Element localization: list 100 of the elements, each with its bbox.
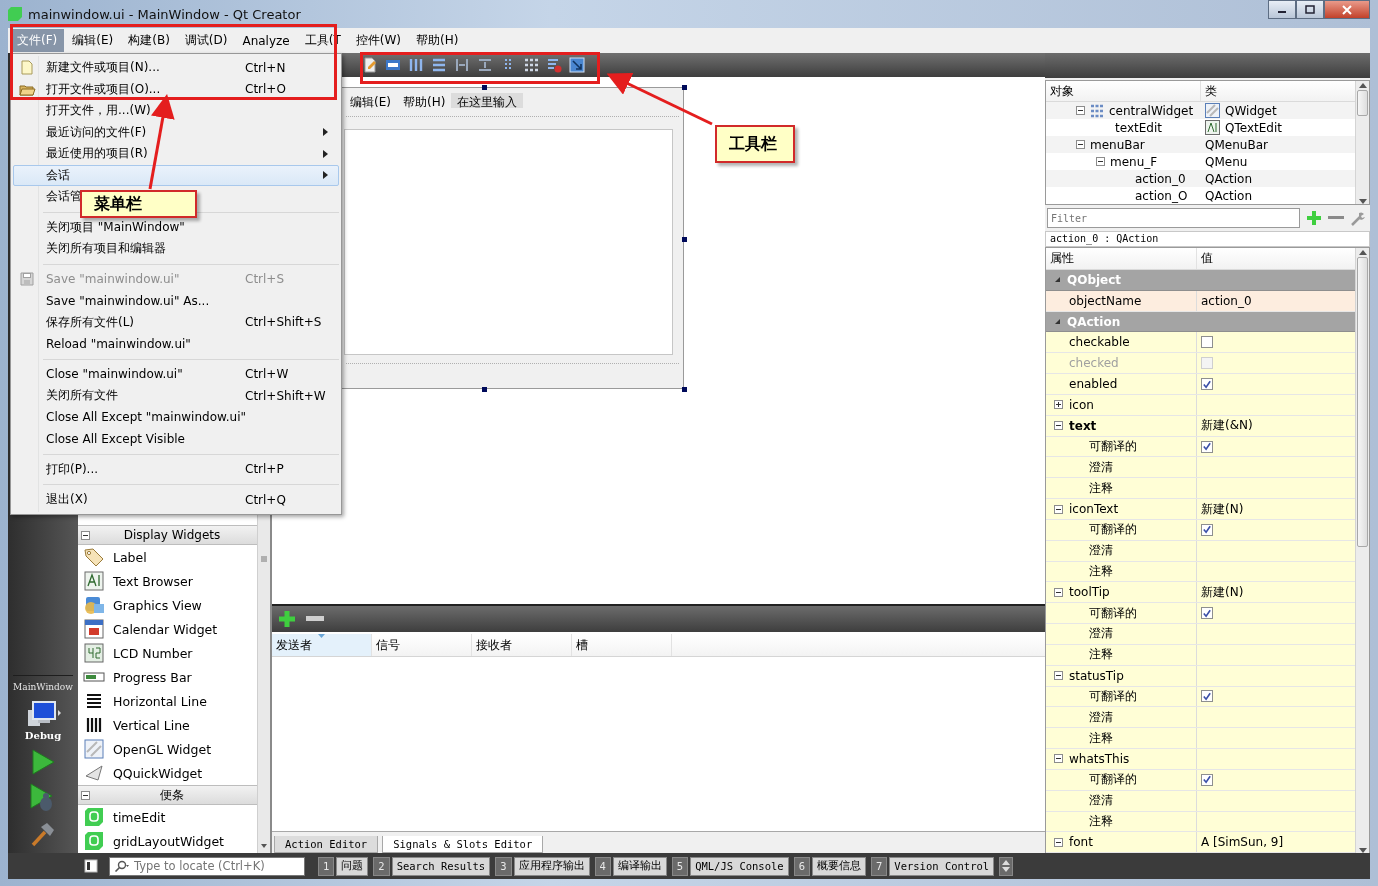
menu-entry[interactable]: Close All Except "mainwindow.ui" (46, 410, 246, 425)
property-row[interactable]: 可翻译的 (1046, 686, 1355, 708)
locate-field[interactable]: Type to locate (Ctrl+K) (109, 856, 305, 876)
widget-item[interactable]: QQuickWidget (78, 761, 257, 785)
menu-entry[interactable]: 会话 (13, 164, 339, 186)
property-row[interactable]: whatsThis (1046, 749, 1355, 770)
collapse-icon[interactable] (81, 790, 90, 800)
column-header[interactable]: 类 (1201, 81, 1221, 101)
collapse-icon[interactable] (1054, 318, 1061, 326)
widget-item[interactable]: Text Browser (78, 569, 257, 593)
form-window[interactable]: 编辑(E) 帮助(H) 在这里输入 (342, 87, 684, 389)
sidebar-toggle-icon[interactable] (84, 859, 98, 873)
widget-item[interactable]: LCD Number (78, 641, 257, 665)
property-row[interactable]: statusTip (1046, 665, 1355, 687)
menu-entry[interactable]: 最近使用的项目(R) (46, 146, 148, 161)
collapse-icon[interactable] (1054, 504, 1063, 514)
category-header[interactable]: Display Widgets (78, 525, 257, 545)
column-header[interactable]: 接收者 (472, 634, 572, 656)
menu-item[interactable]: 控件(W) (348, 29, 408, 52)
scroll-thumb[interactable] (1357, 257, 1368, 547)
property-row[interactable]: objectName action_0 (1046, 290, 1355, 312)
scroll-thumb[interactable] (1357, 90, 1368, 116)
menu-entry[interactable]: Close "mainwindow.ui" (46, 367, 183, 382)
menu-entry[interactable]: 打开文件，用...(W) (46, 103, 151, 118)
split-rows-icon[interactable] (477, 57, 493, 73)
menu-entry[interactable]: 最近访问的文件(F) (46, 124, 147, 139)
property-row[interactable]: 澄清 (1046, 790, 1355, 812)
menu-item[interactable]: 构建(B) (121, 29, 177, 52)
selection-handle[interactable] (682, 237, 687, 242)
selection-handle[interactable] (682, 387, 687, 392)
property-row[interactable]: 澄清 (1046, 707, 1355, 729)
property-row[interactable]: font A [SimSun, 9] (1046, 832, 1355, 854)
tree-row[interactable]: action_O QAction (1046, 187, 1355, 204)
checkbox[interactable] (1201, 773, 1213, 786)
scroll-up-icon[interactable] (1358, 83, 1367, 88)
collapse-icon[interactable] (1054, 754, 1063, 764)
column-header[interactable]: 属性 (1046, 248, 1197, 269)
menu-entry[interactable]: 保存所有文件(L) (46, 314, 135, 329)
minimize-button[interactable] (1268, 0, 1296, 19)
maximize-button[interactable] (1296, 0, 1324, 19)
collapse-icon[interactable] (1054, 671, 1063, 681)
column-header[interactable]: 值 (1197, 248, 1217, 269)
collapse-icon[interactable] (1054, 587, 1063, 597)
form-menu-item[interactable]: 帮助(H) (396, 93, 452, 108)
property-row[interactable]: 注释 (1046, 811, 1355, 833)
scrollbar[interactable] (1355, 81, 1369, 204)
close-button[interactable] (1324, 0, 1370, 19)
collapse-icon[interactable] (1054, 276, 1061, 284)
property-row[interactable]: 澄清 (1046, 624, 1355, 645)
scroll-down-icon[interactable] (260, 843, 268, 849)
property-row[interactable]: 可翻译的 (1046, 436, 1355, 458)
property-row[interactable]: iconText 新建(N) (1046, 499, 1355, 520)
remove-icon[interactable] (306, 616, 324, 622)
property-row[interactable]: checkable (1046, 332, 1355, 354)
property-row[interactable]: 澄清 (1046, 540, 1355, 562)
collapse-icon[interactable] (1076, 106, 1085, 115)
resize-icon[interactable] (569, 57, 585, 73)
column-header[interactable]: 对象 (1046, 81, 1201, 101)
collapse-icon[interactable] (81, 530, 90, 540)
checkbox[interactable] (1201, 607, 1213, 620)
widget-item[interactable]: Label (78, 545, 257, 569)
menu-entry[interactable]: 打开文件或项目(O)... (46, 81, 161, 96)
menu-entry[interactable]: Save "mainwindow.ui" As... (46, 293, 210, 308)
menu-entry[interactable]: 关闭所有文件 (46, 388, 118, 403)
document-icon[interactable] (362, 57, 378, 73)
collapse-icon[interactable] (1054, 421, 1063, 431)
add-icon[interactable] (278, 610, 296, 628)
checkbox[interactable] (1201, 523, 1213, 536)
collapse-icon[interactable] (1054, 837, 1063, 847)
remove-icon[interactable] (1328, 216, 1344, 220)
tree-row[interactable]: textEdit QTextEdit (1046, 119, 1355, 136)
columns-icon[interactable] (408, 57, 424, 73)
category-header[interactable]: 便条 (78, 785, 257, 805)
column-header[interactable]: 发送者 (272, 634, 372, 656)
rows-icon[interactable] (431, 57, 447, 73)
grid-icon[interactable] (523, 57, 539, 73)
pane-scroll-button[interactable] (999, 856, 1014, 876)
widget-item[interactable]: gridLayoutWidget (78, 829, 257, 853)
scroll-down-icon[interactable] (1358, 199, 1367, 204)
widget-item[interactable]: Vertical Line (78, 713, 257, 737)
widget-item[interactable]: Calendar Widget (78, 617, 257, 641)
menu-entry[interactable]: Close All Except Visible (46, 431, 185, 446)
selection-handle[interactable] (482, 387, 487, 392)
editor-tab[interactable]: Signals & Slots Editor (382, 836, 544, 853)
column-header[interactable]: 槽 (572, 634, 672, 656)
property-row[interactable]: 可翻译的 (1046, 769, 1355, 791)
split-columns-icon[interactable] (454, 57, 470, 73)
property-row[interactable]: 可翻译的 (1046, 519, 1355, 541)
property-row[interactable]: text 新建(&N) (1046, 415, 1355, 437)
hammer-icon[interactable] (30, 821, 56, 847)
checkbox[interactable] (1201, 690, 1213, 703)
widget-item[interactable]: Horizontal Line (78, 689, 257, 713)
property-row[interactable]: enabled (1046, 374, 1355, 395)
menu-item[interactable]: 帮助(H) (409, 29, 466, 52)
menu-entry[interactable]: 打印(P)... (46, 461, 99, 476)
menu-entry[interactable]: 关闭所有项目和编辑器 (46, 241, 166, 256)
property-row[interactable]: 澄清 (1046, 457, 1355, 479)
filter-field[interactable]: Filter (1047, 208, 1300, 228)
text-field-icon[interactable] (385, 57, 401, 73)
run-icon[interactable] (31, 749, 55, 775)
